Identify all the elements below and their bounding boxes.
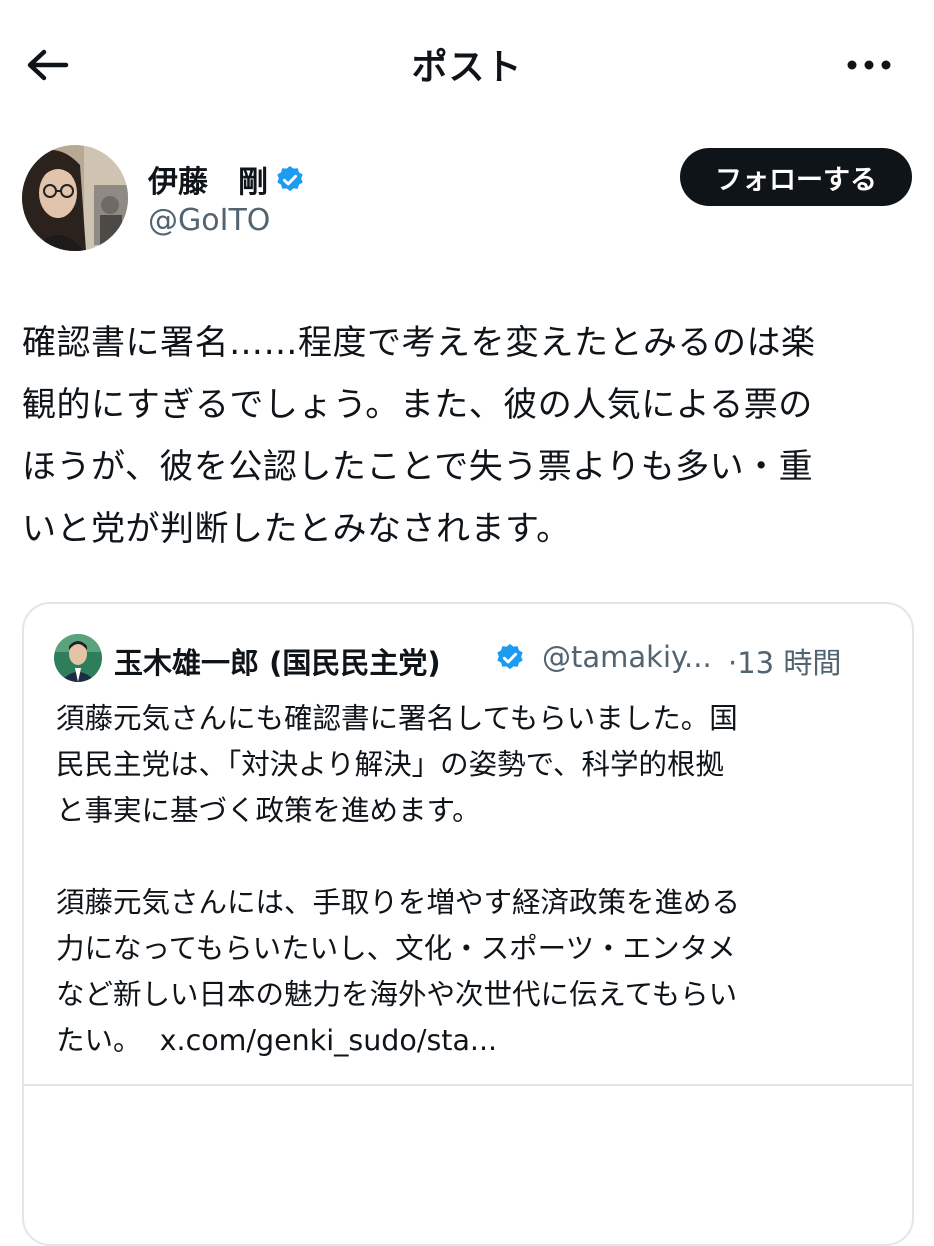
post-line: ほうが、彼を公認したことで失う票よりも多い・重: [22, 447, 814, 487]
verified-badge-icon: [497, 644, 523, 670]
timestamp-text: 13 時間: [737, 646, 842, 680]
quoted-paragraph: 須藤元気さんにも確認書に署名してもらいました。国 民民主党は、「対決より解決」の…: [56, 696, 886, 834]
top-bar: ポスト: [0, 0, 934, 130]
dot-separator: ·: [728, 646, 738, 680]
quoted-paragraph: 須藤元気さんには、手取りを増やす経済政策を進める 力になってもらいたいし、文化・…: [56, 880, 886, 1064]
post-line: いと党が判断したとみなされます。: [22, 509, 571, 549]
post-line: 観的にすぎるでしょう。また、彼の人気による票の: [22, 385, 813, 425]
quoted-post-body: 須藤元気さんにも確認書に署名してもらいました。国 民民主党は、「対決より解決」の…: [56, 696, 886, 1064]
author-name-text: 伊藤 剛: [148, 165, 268, 200]
quoted-line: たい。: [56, 1024, 142, 1057]
follow-button[interactable]: フォローする: [680, 148, 912, 206]
avatar[interactable]: [22, 145, 128, 251]
page-title: ポスト: [411, 47, 523, 88]
quoted-author-avatar: [54, 634, 102, 682]
quoted-author-handle: @tamakiy...: [542, 640, 712, 674]
verified-badge-icon: [277, 166, 303, 192]
author-display-name[interactable]: 伊藤 剛: [148, 157, 306, 201]
quoted-line: と事実に基づく政策を進めます。: [56, 794, 481, 827]
post-line: 確認書に署名……程度で考えを変えたとみるのは楽: [22, 323, 816, 363]
quoted-post-header: 玉木雄一郎 (国民民主党) @tamakiy... ·13 時間: [54, 634, 874, 684]
quoted-post-timestamp: ·13 時間: [728, 640, 841, 682]
quoted-post-link[interactable]: x.com/genki_sudo/sta...: [160, 1024, 497, 1057]
quoted-line: 力になってもらいたいし、文化・スポーツ・エンタメ: [56, 932, 736, 965]
quoted-line: 須藤元気さんにも確認書に署名してもらいました。国: [56, 702, 738, 735]
quoted-line: 須藤元気さんには、手取りを増やす経済政策を進める: [56, 886, 741, 919]
quoted-author-name: 玉木雄一郎 (国民民主党): [114, 646, 441, 680]
quoted-line: など新しい日本の魅力を海外や次世代に伝えてもらい: [56, 978, 738, 1011]
post-body: 確認書に署名……程度で考えを変えたとみるのは楽 観的にすぎるでしょう。また、彼の…: [22, 312, 916, 560]
quoted-avatar-photo: [54, 634, 102, 682]
post-author: 伊藤 剛 @GoITO フォローする: [22, 145, 912, 255]
quoted-media-divider: [24, 1084, 912, 1086]
avatar-photo: [22, 145, 128, 251]
quoted-post[interactable]: 玉木雄一郎 (国民民主党) @tamakiy... ·13 時間 須藤元気さんに…: [22, 602, 914, 1246]
more-horizontal-icon: [847, 60, 891, 70]
quoted-line: 民民主党は、「対決より解決」の姿勢で、科学的根拠: [56, 748, 725, 781]
author-handle[interactable]: @GoITO: [148, 203, 270, 238]
more-options-button[interactable]: [844, 50, 894, 80]
